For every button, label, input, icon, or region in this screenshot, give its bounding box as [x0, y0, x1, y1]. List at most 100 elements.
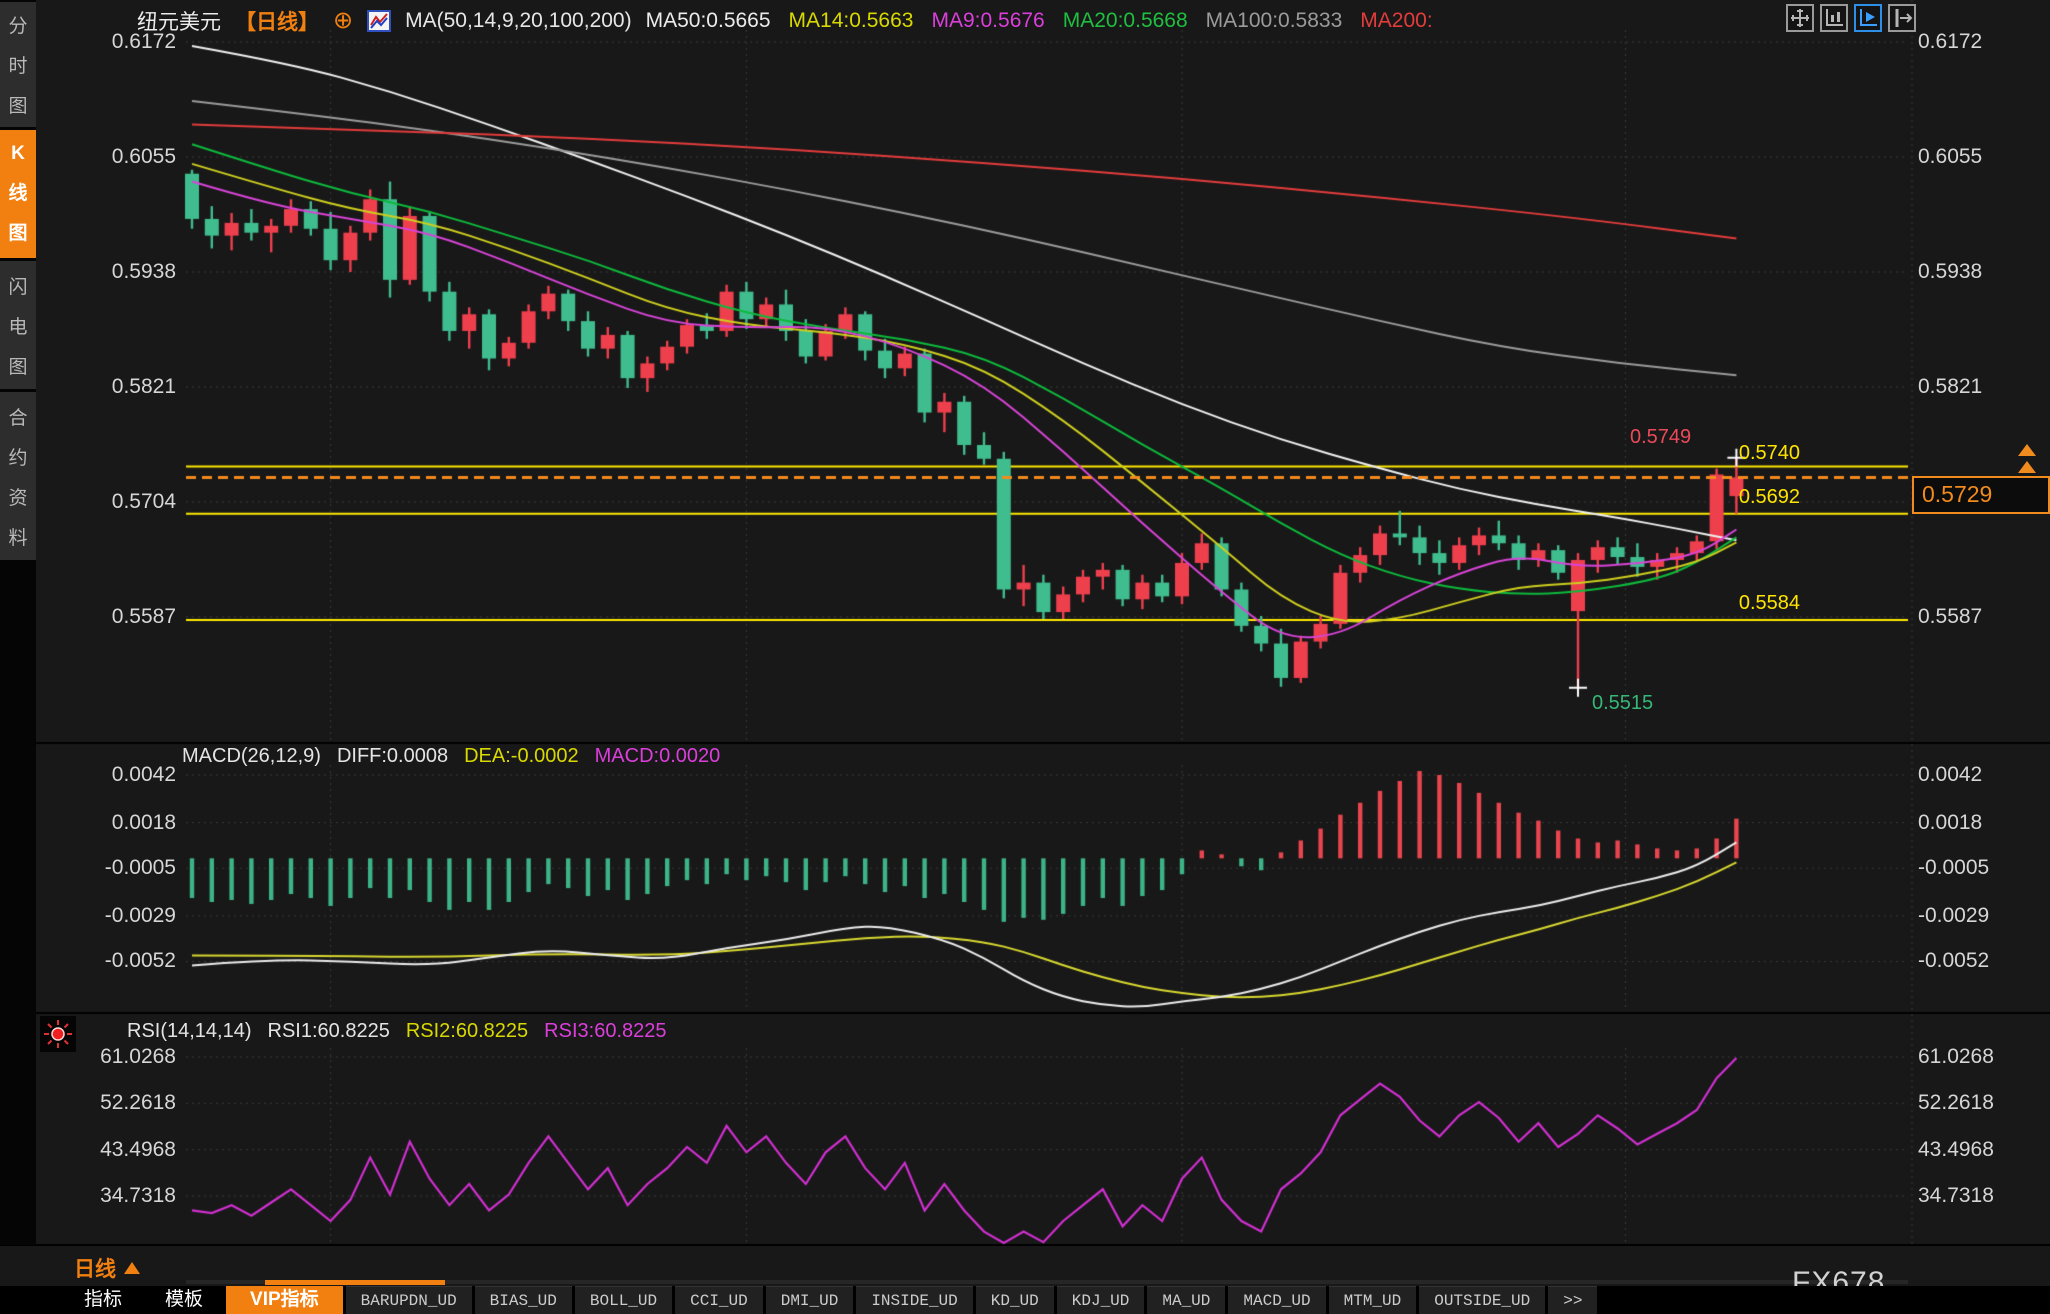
session-low-label: 0.5515 [1592, 692, 1653, 715]
rsi-title: RSI(14,14,14) [127, 1020, 252, 1043]
ma-params-label: MA(50,14,9,20,100,200) [405, 9, 632, 33]
sidebar-item-char: 线 [8, 178, 27, 205]
current-price-box: 0.5729 [1912, 476, 2050, 514]
axis-tick-label: 52.2618 [1918, 1091, 1994, 1115]
auto-follow-icon[interactable] [1854, 4, 1882, 32]
tab-vip指标[interactable]: VIP指标 [226, 1286, 343, 1314]
axis-tick-label: 0.0042 [28, 763, 176, 787]
tab-kd_ud[interactable]: KD_UD [976, 1286, 1054, 1314]
sidebar-item-char: 图 [8, 91, 27, 118]
axis-tick-label: -0.0005 [1918, 856, 1989, 880]
sidebar-item-4[interactable]: 合约资料 [0, 392, 36, 560]
ma-value-label: MA14:0.5663 [789, 9, 914, 33]
macd-diff-value: DIFF:0.0008 [337, 745, 448, 768]
axis-tick-label: 0.6172 [1918, 30, 1982, 54]
ma-value-label: MA50:0.5665 [646, 9, 771, 33]
macd-header: MACD(26,12,9) DIFF:0.0008 DEA:-0.0002 MA… [182, 745, 720, 768]
up-arrow-icon [2018, 461, 2036, 473]
sidebar-item-char: K [11, 143, 25, 165]
axis-tick-label: 0.5587 [28, 605, 176, 629]
tab-cci_ud[interactable]: CCI_UD [675, 1286, 763, 1314]
axis-tick-label: 61.0268 [1918, 1045, 1994, 1069]
sidebar-item-char: 料 [8, 523, 27, 550]
tab-bias_ud[interactable]: BIAS_UD [475, 1286, 572, 1314]
pan-icon[interactable] [1786, 4, 1814, 32]
chart-canvas[interactable] [0, 0, 2050, 1314]
tab-barupdn_ud[interactable]: BARUPDN_UD [346, 1286, 472, 1314]
axis-tick-label: 43.4968 [1918, 1138, 1994, 1162]
trading-chart-app: 纽元美元 【日线】 ⊕ MA(50,14,9,20,100,200) MA50:… [0, 0, 2050, 1314]
rsi-header: RSI(14,14,14) RSI1:60.8225 RSI2:60.8225 … [127, 1020, 667, 1043]
macd-title: MACD(26,12,9) [182, 745, 321, 768]
axis-tick-label: 34.7318 [28, 1184, 176, 1208]
add-indicator-icon[interactable]: ⊕ [333, 10, 353, 32]
rsi2-value: RSI2:60.8225 [406, 1020, 528, 1043]
axis-tick-label: 0.5704 [28, 490, 176, 514]
axis-tick-label: 0.6055 [1918, 145, 1982, 169]
axis-tick-label: 0.5938 [28, 260, 176, 284]
macd-value: MACD:0.0020 [595, 745, 721, 768]
macd-dea-value: DEA:-0.0002 [464, 745, 579, 768]
sidebar: 分时图K线图闪电图合约资料 [0, 0, 36, 1314]
ma-value-label: MA20:0.5668 [1063, 9, 1188, 33]
tab-mtm_ud[interactable]: MTM_UD [1329, 1286, 1417, 1314]
tab-inside_ud[interactable]: INSIDE_UD [856, 1286, 972, 1314]
tab-指标[interactable]: 指标 [64, 1286, 142, 1314]
sidebar-item-char: 资 [8, 483, 27, 510]
sidebar-item-2[interactable]: K线图 [0, 130, 36, 258]
axis-tick-label: 52.2618 [28, 1091, 176, 1115]
sidebar-item-char: 电 [8, 312, 27, 339]
axis-tick-label: -0.0029 [1918, 904, 1989, 928]
axis-tick-label: -0.0005 [28, 856, 176, 880]
sidebar-item-char: 图 [8, 218, 27, 245]
sidebar-item-3[interactable]: 闪电图 [0, 261, 36, 389]
tab-模板[interactable]: 模板 [145, 1286, 223, 1314]
up-arrow-icon [2018, 444, 2036, 456]
ma-value-label: MA100:0.5833 [1206, 9, 1343, 33]
tab-boll_ud[interactable]: BOLL_UD [575, 1286, 672, 1314]
tab-dmi_ud[interactable]: DMI_UD [766, 1286, 854, 1314]
axis-tick-label: 0.5821 [1918, 375, 1982, 399]
axis-tick-label: 0.0018 [1918, 811, 1982, 835]
axis-tick-label: 0.5938 [1918, 260, 1982, 284]
tab-outside_ud[interactable]: OUTSIDE_UD [1419, 1286, 1545, 1314]
price-scale-icon[interactable] [1820, 4, 1848, 32]
tab-ma_ud[interactable]: MA_UD [1147, 1286, 1225, 1314]
sidebar-item-char: 闪 [8, 272, 27, 299]
sidebar-item-char: 时 [8, 51, 27, 78]
ma-value-label: MA9:0.5676 [931, 9, 1044, 33]
rsi3-value: RSI3:60.8225 [544, 1020, 666, 1043]
period-label: 日线 [74, 1253, 116, 1283]
axis-tick-label: 0.0018 [28, 811, 176, 835]
axis-tick-label: 0.6172 [28, 30, 176, 54]
rsi1-value: RSI1:60.8225 [268, 1020, 390, 1043]
axis-tick-label: -0.0052 [1918, 949, 1989, 973]
tab-kdj_ud[interactable]: KDJ_UD [1057, 1286, 1145, 1314]
sidebar-item-char: 图 [8, 352, 27, 379]
scrollbar-thumb[interactable] [265, 1280, 445, 1285]
hline-label-1: 0.5740 [1640, 442, 1800, 465]
sidebar-item-1[interactable]: 分时图 [0, 2, 36, 127]
axis-tick-label: -0.0052 [28, 949, 176, 973]
axis-tick-label: 0.6055 [28, 145, 176, 169]
scroll-to-latest-button[interactable] [2018, 444, 2036, 478]
tab-macd_ud[interactable]: MACD_UD [1228, 1286, 1325, 1314]
axis-tick-label: 34.7318 [1918, 1184, 1994, 1208]
axis-tick-label: 43.4968 [28, 1138, 176, 1162]
sidebar-item-char: 分 [8, 11, 27, 38]
ma-values: MA50:0.5665 MA14:0.5663 MA9:0.5676 MA20:0.5… [646, 9, 1433, 33]
shift-data-icon[interactable] [1888, 4, 1916, 32]
axis-tick-label: 0.5587 [1918, 605, 1982, 629]
axis-tick-label: 0.0042 [1918, 763, 1982, 787]
chart-toolbar [1786, 4, 1916, 32]
axis-tick-label: -0.0029 [28, 904, 176, 928]
hline-label-3: 0.5584 [1640, 592, 1800, 615]
ma-value-label: MA200: [1360, 9, 1432, 33]
sidebar-item-char: 约 [8, 443, 27, 470]
period-tag[interactable]: 【日线】 [235, 6, 319, 36]
sidebar-item-char: 合 [8, 403, 27, 430]
chart-type-icon[interactable] [367, 9, 391, 33]
up-triangle-icon [124, 1262, 140, 1274]
period-selector[interactable]: 日线 [74, 1253, 140, 1283]
tab->>[interactable]: >> [1548, 1286, 1597, 1314]
